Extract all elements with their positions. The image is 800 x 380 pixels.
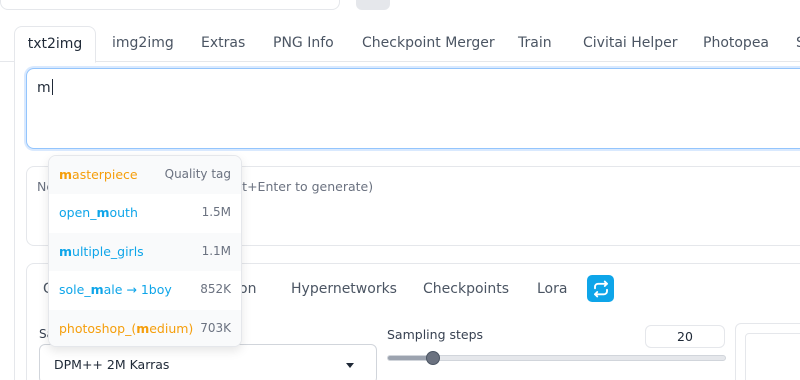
text-caret — [51, 79, 53, 95]
tab-train[interactable]: Train — [518, 26, 552, 62]
autocomplete-item[interactable]: open_mouth 1.5M — [49, 194, 241, 232]
prompt-input[interactable]: m — [26, 68, 800, 149]
autocomplete-meta: 1.1M — [201, 243, 231, 258]
autocomplete-item[interactable]: photoshop_(medium) 703K — [49, 309, 241, 346]
right-panel-inner — [745, 333, 800, 380]
autocomplete-item[interactable]: masterpiece Quality tag — [49, 156, 241, 195]
tab-lora[interactable]: Lora — [537, 281, 567, 297]
autocomplete-item[interactable]: sole_male → 1boy 852K — [49, 271, 241, 309]
slider-fill — [388, 356, 429, 360]
sampler-value: DPM++ 2M Karras — [54, 357, 170, 372]
tab-overflow[interactable]: S — [796, 26, 800, 62]
tab-photopea[interactable]: Photopea — [703, 26, 769, 62]
refresh-button[interactable] — [587, 275, 614, 302]
autocomplete-item[interactable]: multiple_girls 1.1M — [49, 232, 241, 272]
autocomplete-dropdown: masterpiece Quality tag open_mouth 1.5M … — [48, 155, 242, 347]
autocomplete-term: multiple_girls — [59, 243, 144, 259]
autocomplete-meta: Quality tag — [164, 167, 231, 181]
tab-checkpoint-merger[interactable]: Checkpoint Merger — [362, 26, 495, 62]
prompt-text: m — [37, 79, 53, 96]
tab-png-info[interactable]: PNG Info — [273, 26, 334, 62]
top-button[interactable] — [356, 0, 390, 10]
sampling-steps-input[interactable] — [645, 325, 725, 348]
autocomplete-meta: 852K — [200, 282, 231, 297]
tab-hypernetworks[interactable]: Hypernetworks — [291, 281, 397, 297]
tab-extras[interactable]: Extras — [201, 26, 245, 62]
top-input[interactable] — [0, 0, 340, 10]
autocomplete-meta: 703K — [200, 320, 231, 335]
sampling-steps-label: Sampling steps — [387, 327, 484, 342]
tab-checkpoints[interactable]: Checkpoints — [423, 281, 509, 297]
autocomplete-term: masterpiece — [59, 167, 138, 182]
tab-civitai-helper[interactable]: Civitai Helper — [583, 26, 678, 62]
autocomplete-term: sole_male → 1boy — [59, 282, 172, 298]
sampler-dropdown[interactable]: DPM++ 2M Karras — [39, 344, 377, 380]
slider-thumb[interactable] — [426, 351, 440, 365]
tab-img2img[interactable]: img2img — [112, 26, 174, 62]
refresh-icon — [593, 280, 608, 297]
main-tab-bar: txt2img img2img Extras PNG Info Checkpoi… — [0, 26, 800, 63]
autocomplete-term: open_mouth — [59, 205, 138, 221]
tab-txt2img[interactable]: txt2img — [14, 26, 96, 63]
autocomplete-term: photoshop_(medium) — [59, 320, 194, 336]
chevron-down-icon — [346, 363, 354, 368]
autocomplete-meta: 1.5M — [201, 205, 231, 220]
